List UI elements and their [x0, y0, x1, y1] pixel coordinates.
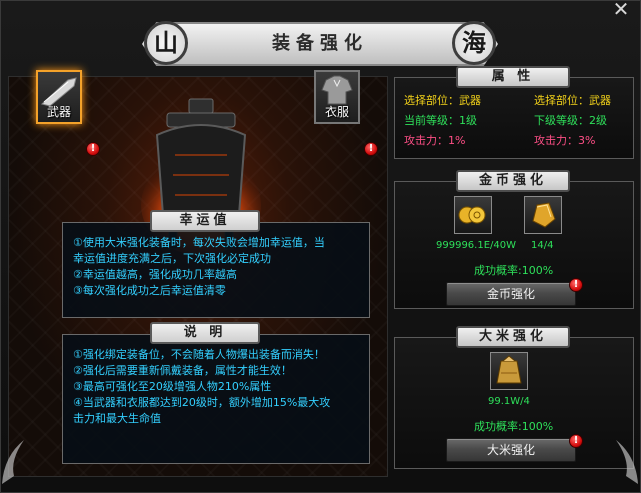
- next-part: 选择部位：武器: [534, 94, 611, 107]
- weapon-slot[interactable]: 武器: [36, 70, 82, 124]
- next-level: 下级等级：2级: [534, 114, 607, 127]
- next-attack: 攻击力：3%: [534, 134, 596, 147]
- current-attack: 攻击力：1%: [404, 134, 466, 147]
- seal-right: 海: [452, 21, 496, 65]
- attribute-title: 属 性: [456, 66, 570, 88]
- description-line: ②强化后需要重新佩戴装备，属性才能生效！: [73, 364, 292, 377]
- window-title: 装备强化: [272, 33, 368, 54]
- luck-line: ①使用大米强化装备时，每次失败会增加幸运值，当: [73, 236, 325, 249]
- close-icon[interactable]: ✕: [607, 0, 635, 20]
- gold-success-rate: 成功概率:100%: [474, 264, 554, 277]
- corner-ornament-icon: [2, 440, 24, 484]
- description-line: ③最高可强化至20级增强人物210%属性: [73, 380, 272, 393]
- gold-coins-slot[interactable]: [454, 196, 492, 234]
- rice-success-rate: 成功概率:100%: [474, 420, 554, 433]
- rice-button-alert-icon: !: [569, 434, 583, 448]
- luck-title: 幸运值: [150, 210, 260, 232]
- luck-line: 幸运值进度充满之后，下次强化必定成功: [73, 252, 271, 265]
- rice-enhance-title: 大米强化: [456, 326, 570, 348]
- description-box: ①强化绑定装备位，不会随着人物爆出装备而消失！ ②强化后需要重新佩戴装备，属性才…: [62, 334, 370, 464]
- weapon-slot-label: 武器: [46, 105, 71, 119]
- armor-alert-icon: !: [364, 142, 378, 156]
- luck-line: ②幸运值越高，强化成功几率越高: [73, 268, 237, 281]
- gold-coins-icon: [458, 206, 486, 224]
- gold-ingot-slot[interactable]: [524, 196, 562, 234]
- gold-enhance-title: 金币强化: [456, 170, 570, 192]
- rice-bag-icon: [496, 355, 522, 384]
- gold-ingot-count: 14/4: [531, 240, 554, 251]
- corner-ornament-icon: [616, 440, 638, 484]
- rice-enhance-button[interactable]: 大米强化: [446, 438, 576, 462]
- gold-button-alert-icon: !: [569, 278, 583, 292]
- current-part: 选择部位：武器: [404, 94, 481, 107]
- current-level: 当前等级：1级: [404, 114, 477, 127]
- description-title: 说 明: [150, 322, 260, 344]
- seal-left: 山: [144, 21, 188, 65]
- description-line: ④当武器和衣服都达到20级时，额外增加15%最大攻: [73, 396, 331, 409]
- luck-line: ③每次强化成功之后幸运值清零: [73, 284, 226, 297]
- description-line: 击力和最大生命值: [73, 412, 161, 425]
- gold-enhance-button[interactable]: 金币强化: [446, 282, 576, 306]
- gold-coins-count: 999996.1E/40W: [436, 240, 517, 251]
- armor-slot-label: 衣服: [324, 105, 349, 119]
- description-line: ①强化绑定装备位，不会随着人物爆出装备而消失！: [73, 348, 325, 361]
- weapon-alert-icon: !: [86, 142, 100, 156]
- gold-ingot-icon: [532, 202, 556, 228]
- luck-info-box: ①使用大米强化装备时，每次失败会增加幸运值，当 幸运值进度充满之后，下次强化必定…: [62, 222, 370, 318]
- rice-bag-slot[interactable]: [490, 352, 528, 390]
- armor-slot[interactable]: 衣服: [314, 70, 360, 124]
- rice-count: 99.1W/4: [488, 396, 530, 407]
